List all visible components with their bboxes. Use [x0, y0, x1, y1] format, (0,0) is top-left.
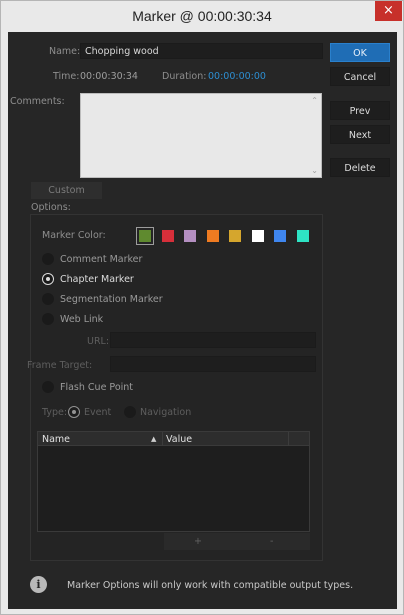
column-divider — [162, 432, 163, 446]
cancel-button[interactable]: Cancel — [330, 67, 390, 86]
sort-ascending-icon[interactable]: ▲ — [151, 435, 156, 443]
navigation-radio[interactable] — [124, 406, 136, 418]
dialog-title: Marker @ 00:00:30:34 — [132, 8, 272, 24]
color-swatch[interactable] — [296, 230, 309, 242]
event-radio[interactable] — [68, 406, 80, 418]
comments-textarea[interactable]: ⌃ ⌄ — [80, 93, 322, 178]
remove-row-button[interactable]: - — [270, 536, 273, 547]
flash-cue-point-radio[interactable] — [42, 381, 54, 393]
scroll-up-icon[interactable]: ⌃ — [311, 96, 318, 105]
tab-custom[interactable]: Custom — [31, 182, 102, 199]
info-message: Marker Options will only work with compa… — [67, 580, 354, 591]
web-link-label: Web Link — [60, 314, 104, 325]
chapter-marker-label: Chapter Marker — [60, 274, 134, 285]
marker-color-label: Marker Color: — [42, 230, 106, 241]
marker-dialog: Marker @ 00:00:30:34 × Name: Chopping wo… — [0, 0, 404, 615]
chapter-marker-radio[interactable] — [42, 273, 54, 285]
value-column-header[interactable]: Value — [166, 434, 192, 445]
name-column-header[interactable]: Name — [42, 434, 70, 445]
duration-label: Duration: — [162, 71, 207, 82]
scroll-down-icon[interactable]: ⌄ — [311, 166, 318, 175]
cue-point-table: Name ▲ Value — [37, 431, 310, 532]
name-label: Name: — [49, 46, 81, 57]
delete-button[interactable]: Delete — [330, 158, 390, 177]
time-label: Time: — [53, 71, 80, 82]
event-label: Event — [84, 407, 112, 418]
title-bar: Marker @ 00:00:30:34 × — [1, 1, 403, 32]
close-button[interactable]: × — [375, 1, 402, 21]
next-button[interactable]: Next — [330, 125, 390, 144]
duration-value[interactable]: 00:00:00:00 — [208, 71, 266, 82]
color-swatch[interactable] — [136, 227, 154, 245]
color-swatch[interactable] — [274, 230, 286, 242]
frame-target-label: Frame Target: — [27, 360, 93, 371]
segmentation-marker-label: Segmentation Marker — [60, 294, 163, 305]
info-icon: i — [30, 576, 47, 593]
color-swatch[interactable] — [184, 230, 196, 242]
web-link-radio[interactable] — [42, 313, 54, 325]
ok-button[interactable]: OK — [330, 43, 390, 62]
table-footer: + - — [164, 533, 310, 550]
frame-target-field[interactable] — [110, 356, 316, 372]
comment-marker-label: Comment Marker — [60, 254, 143, 265]
color-swatch[interactable] — [229, 230, 241, 242]
type-label: Type: — [42, 407, 68, 418]
url-label: URL: — [87, 336, 110, 347]
prev-button[interactable]: Prev — [330, 101, 390, 120]
color-swatch[interactable] — [161, 230, 174, 242]
add-row-button[interactable]: + — [194, 536, 202, 547]
segmentation-marker-radio[interactable] — [42, 293, 54, 305]
column-divider — [288, 432, 289, 446]
navigation-label: Navigation — [140, 407, 192, 418]
options-label: Options: — [31, 202, 71, 213]
comments-label: Comments: — [10, 96, 65, 107]
table-header: Name ▲ Value — [38, 432, 309, 446]
comment-marker-radio[interactable] — [42, 253, 54, 265]
url-field[interactable] — [110, 332, 316, 348]
dialog-body: Name: Chopping wood Time: 00:00:30:34 Du… — [8, 32, 397, 609]
color-swatch[interactable] — [251, 230, 264, 242]
name-field[interactable]: Chopping wood — [80, 43, 323, 59]
name-value: Chopping wood — [85, 46, 159, 57]
time-value: 00:00:30:34 — [80, 71, 138, 82]
options-panel: Marker Color: Comment Marker Chapter Mar… — [27, 214, 323, 561]
flash-cue-point-label: Flash Cue Point — [60, 382, 134, 393]
color-swatch[interactable] — [206, 230, 219, 242]
